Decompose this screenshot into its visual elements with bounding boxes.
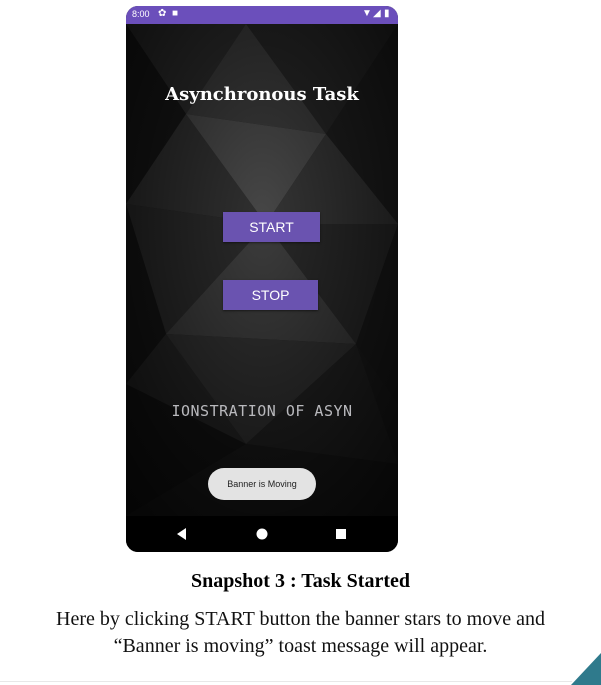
page-divider [0,681,572,682]
sd-card-icon: ■ [172,8,179,19]
page-corner-decoration [571,653,601,685]
caption-title: Snapshot 3 : Task Started [191,570,410,592]
battery-icon: ▮ [384,8,390,19]
caption-text: Here by clicking START button the banner… [0,606,601,660]
status-time: 8:00 [132,9,150,19]
recents-icon[interactable] [333,526,349,542]
home-icon[interactable] [254,526,270,542]
gear-icon: ✿ [158,8,167,19]
status-bar: 8:00 ✿ ■ ▼ ◢ ▮ [126,6,398,24]
caption-line-2: “Banner is moving” toast message will ap… [113,635,488,657]
navigation-bar [126,516,398,552]
stop-button[interactable]: STOP [223,280,318,310]
signal-icon: ◢ [373,8,381,19]
moving-banner-text: IONSTRATION OF ASYN [171,402,353,420]
start-button[interactable]: START [223,212,320,242]
back-icon[interactable] [174,526,190,542]
wifi-icon: ▼ [362,8,372,19]
phone-screen: 8:00 ✿ ■ ▼ ◢ ▮ Asynchronous Task START S… [126,6,398,552]
app-title: Asynchronous Task [165,84,359,105]
caption-line-1: Here by clicking START button the banner… [56,608,545,630]
toast-message: Banner is Moving [208,468,316,500]
